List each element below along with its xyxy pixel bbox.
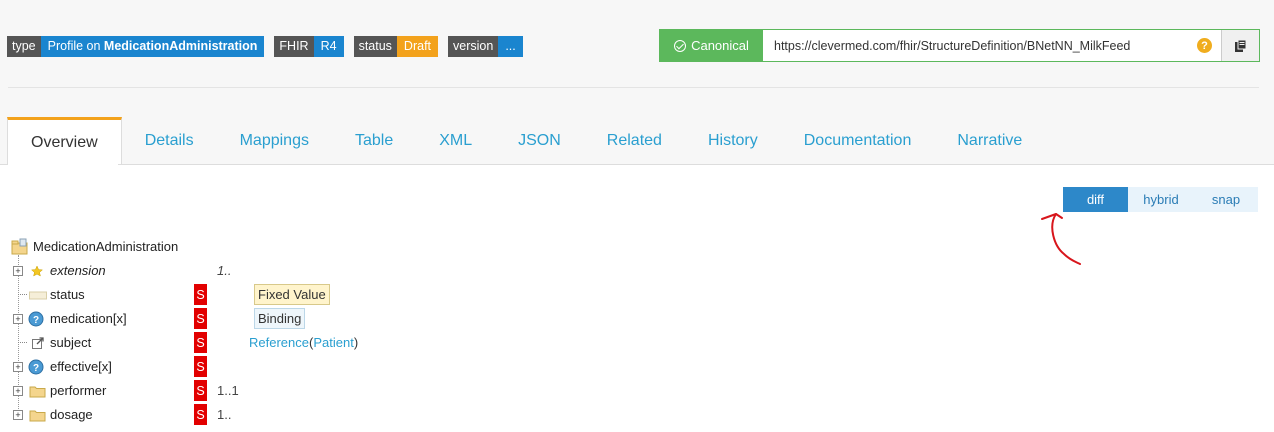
cardinality: 1.. [217, 407, 232, 422]
svg-text:?: ? [33, 315, 39, 326]
reference-icon [32, 336, 44, 349]
type-badge: type Profile on MedicationAdministration [7, 36, 265, 57]
status-badge: status Draft [353, 36, 439, 57]
expand-toggle[interactable]: + [13, 385, 23, 396]
tree-row-status: status S Fixed Value [0, 283, 600, 306]
version-badge-key: version [448, 36, 499, 57]
expand-toggle[interactable]: + [13, 361, 23, 372]
tree-row-extension: + extension 1.. [0, 259, 600, 282]
help-icon[interactable]: ? [1197, 38, 1212, 53]
status-badge-value: Draft [396, 36, 439, 57]
canonical-label: Canonical [660, 30, 763, 61]
status-badge-key: status [353, 36, 397, 57]
tab-xml[interactable]: XML [416, 117, 495, 165]
must-support-flag: S [194, 332, 207, 353]
tab-json[interactable]: JSON [495, 117, 584, 165]
tab-related[interactable]: Related [584, 117, 685, 165]
svg-text:?: ? [33, 363, 39, 374]
canonical-bar: Canonical https://clevermed.com/fhir/Str… [659, 29, 1260, 62]
resource-root-icon [11, 238, 28, 254]
fixed-value-label: Fixed Value [254, 284, 330, 305]
resource-badges: type Profile on MedicationAdministration… [7, 36, 533, 57]
cardinality: 1.. [217, 263, 232, 278]
type-badge-key: type [7, 36, 41, 57]
snap-button[interactable]: snap [1194, 187, 1258, 212]
must-support-flag: S [194, 284, 207, 305]
clipboard-icon [1235, 39, 1247, 52]
diff-button[interactable]: diff [1063, 187, 1128, 212]
tree-connector [18, 342, 27, 343]
tab-bar-border [0, 164, 1274, 165]
primitive-icon [29, 291, 47, 299]
fhir-badge-key: FHIR [274, 36, 314, 57]
tree-row-root: MedicationAdministration [0, 235, 600, 258]
active-tab-gap [8, 164, 118, 165]
tab-mappings[interactable]: Mappings [217, 117, 332, 165]
tab-documentation[interactable]: Documentation [781, 117, 935, 165]
version-badge: version ... [448, 36, 523, 57]
folder-icon [29, 386, 46, 397]
tree-root-label: MedicationAdministration [33, 239, 179, 254]
check-circle-icon [674, 39, 687, 52]
patient-link[interactable]: Patient [313, 335, 353, 350]
expand-toggle[interactable]: + [13, 409, 23, 420]
canonical-label-text: Canonical [691, 38, 749, 53]
choice-icon: ? [28, 311, 44, 326]
must-support-flag: S [194, 380, 207, 401]
tab-table[interactable]: Table [332, 117, 416, 165]
hybrid-button[interactable]: hybrid [1128, 187, 1194, 212]
type-reference: Reference(Patient) [249, 335, 358, 350]
tree-row-dosage: + dosage S 1.. [0, 403, 600, 426]
tree-row-medication: + ? medication[x] S Binding [0, 307, 600, 330]
folder-icon [29, 410, 46, 421]
cardinality: 1..1 [217, 383, 239, 398]
tree-row-subject: subject S Reference(Patient) [0, 331, 600, 354]
tab-overview[interactable]: Overview [7, 117, 122, 165]
element-name[interactable]: subject [50, 335, 91, 350]
copy-button[interactable] [1221, 30, 1259, 61]
tab-bar: Overview Details Mappings Table XML JSON… [7, 117, 1045, 165]
must-support-flag: S [194, 356, 207, 377]
tab-history[interactable]: History [685, 117, 781, 165]
element-name[interactable]: extension [50, 263, 106, 278]
type-badge-resource: MedicationAdministration [103, 39, 258, 53]
header-divider [8, 87, 1259, 88]
tab-narrative[interactable]: Narrative [934, 117, 1045, 165]
star-icon [30, 264, 44, 277]
element-name[interactable]: effective[x] [50, 359, 112, 374]
fhir-badge: FHIR R4 [274, 36, 344, 57]
red-arrow-annotation [1041, 213, 1081, 265]
canonical-url[interactable]: https://clevermed.com/fhir/StructureDefi… [763, 30, 1197, 61]
tree-row-effective: + ? effective[x] S [0, 355, 600, 378]
must-support-flag: S [194, 308, 207, 329]
reference-link[interactable]: Reference [249, 335, 309, 350]
tree-row-performer: + performer S 1..1 [0, 379, 600, 402]
fhir-badge-value: R4 [313, 36, 344, 57]
choice-icon: ? [28, 359, 44, 374]
tab-details[interactable]: Details [122, 117, 217, 165]
element-name[interactable]: performer [50, 383, 106, 398]
expand-toggle[interactable]: + [13, 265, 23, 276]
must-support-flag: S [194, 404, 207, 425]
element-name[interactable]: dosage [50, 407, 93, 422]
type-badge-value: Profile on MedicationAdministration [40, 36, 265, 57]
type-badge-prefix: Profile on [47, 39, 104, 53]
close-paren: ) [353, 335, 359, 350]
element-name[interactable]: medication[x] [50, 311, 127, 326]
version-badge-value: ... [498, 36, 523, 57]
binding-label: Binding [254, 308, 306, 329]
expand-toggle[interactable]: + [13, 313, 23, 324]
element-name[interactable]: status [50, 287, 85, 302]
view-toggle: diff hybrid snap [1063, 187, 1258, 212]
tree-connector [18, 294, 27, 295]
